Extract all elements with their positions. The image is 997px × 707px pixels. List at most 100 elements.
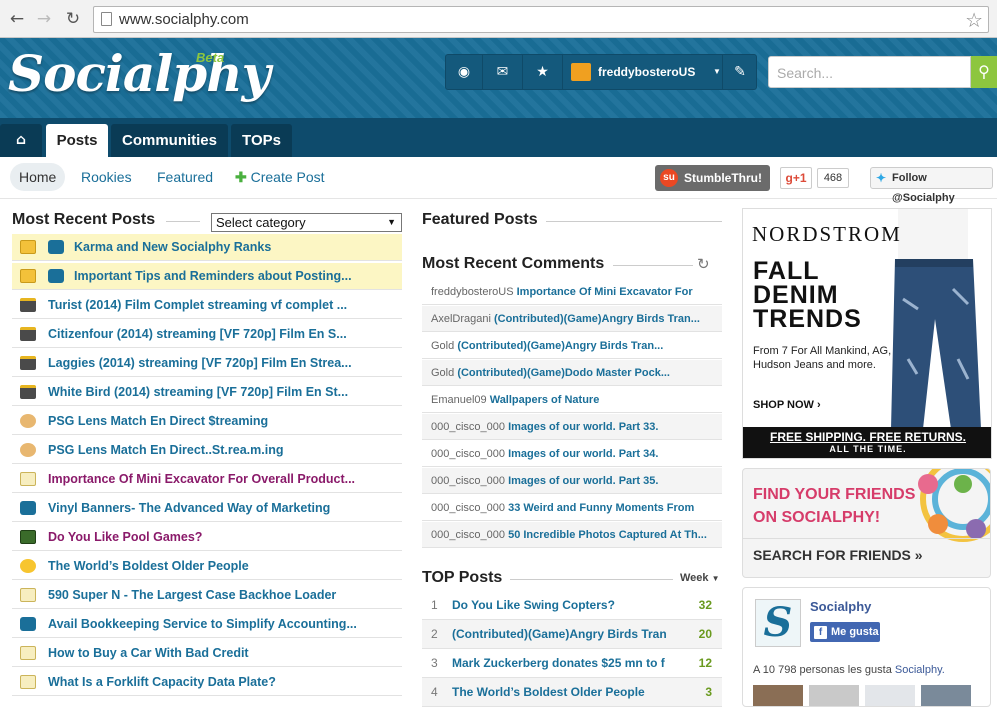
- url-text[interactable]: www.socialphy.com: [119, 11, 249, 28]
- comment-post-title[interactable]: (Contributed)(Game)Angry Birds Tran...: [457, 340, 663, 352]
- comment-post-title[interactable]: (Contributed)(Game)Angry Birds Tran...: [494, 313, 700, 325]
- user-menu[interactable]: freddybosteroUS ▼: [563, 55, 723, 89]
- post-title[interactable]: Important Tips and Reminders about Posti…: [74, 263, 352, 290]
- list-item[interactable]: White Bird (2014) streaming [VF 720p] Fi…: [12, 379, 402, 406]
- list-item[interactable]: How to Buy a Car With Bad Credit: [12, 640, 402, 667]
- top-post-row[interactable]: 3 Mark Zuckerberg donates $25 mn to f 12: [422, 649, 722, 678]
- subnav-featured[interactable]: Featured: [157, 169, 213, 185]
- search-input[interactable]: Search...: [768, 56, 971, 88]
- post-title[interactable]: What Is a Forklift Capacity Data Plate?: [48, 669, 276, 696]
- fan-avatar[interactable]: [865, 685, 915, 706]
- comment-post-title[interactable]: Images of our world. Part 34.: [508, 448, 658, 460]
- comment-post-title[interactable]: Images of our world. Part 33.: [508, 421, 658, 433]
- eye-icon[interactable]: ◉: [446, 55, 483, 89]
- fb-like-button[interactable]: f Me gusta: [810, 622, 880, 642]
- list-item[interactable]: Do You Like Pool Games?: [12, 524, 402, 551]
- list-item[interactable]: Important Tips and Reminders about Posti…: [12, 263, 402, 290]
- comment-user[interactable]: AxelDragani: [431, 313, 491, 325]
- comment-user[interactable]: 000_cisco_000: [431, 529, 505, 541]
- comment-row[interactable]: AxelDragani (Contributed)(Game)Angry Bir…: [422, 306, 722, 332]
- list-item[interactable]: Turist (2014) Film Complet streaming vf …: [12, 292, 402, 319]
- stumble-button[interactable]: su StumbleThru!: [655, 165, 770, 191]
- top-post-title[interactable]: Do You Like Swing Copters?: [452, 591, 615, 620]
- subnav-rookies[interactable]: Rookies: [81, 169, 132, 185]
- comment-post-title[interactable]: 50 Incredible Photos Captured At Th...: [508, 529, 707, 541]
- address-bar[interactable]: www.socialphy.com ☆: [93, 6, 989, 33]
- back-icon[interactable]: ←: [6, 8, 28, 30]
- post-title[interactable]: The World’s Boldest Older People: [48, 553, 249, 580]
- top-post-title[interactable]: Mark Zuckerberg donates $25 mn to f: [452, 649, 665, 678]
- comment-post-title[interactable]: 33 Weird and Funny Moments From: [508, 502, 694, 514]
- comment-row[interactable]: Gold (Contributed)(Game)Angry Birds Tran…: [422, 333, 722, 359]
- post-title[interactable]: White Bird (2014) streaming [VF 720p] Fi…: [48, 379, 348, 406]
- comment-user[interactable]: Emanuel09: [431, 394, 487, 406]
- twitter-follow-button[interactable]: ✦ Follow @Socialphy: [870, 167, 993, 204]
- site-logo[interactable]: Socialphy: [8, 44, 271, 103]
- comment-row[interactable]: Gold (Contributed)(Game)Dodo Master Pock…: [422, 360, 722, 386]
- list-item[interactable]: Laggies (2014) streaming [VF 720p] Film …: [12, 350, 402, 377]
- forward-icon[interactable]: →: [33, 8, 55, 30]
- top-post-row[interactable]: 2 (Contributed)(Game)Angry Birds Tran 20: [422, 620, 722, 649]
- tab-tops[interactable]: TOPs: [231, 124, 292, 157]
- list-item[interactable]: 590 Super N - The Largest Case Backhoe L…: [12, 582, 402, 609]
- list-item[interactable]: Avail Bookkeeping Service to Simplify Ac…: [12, 611, 402, 638]
- home-icon[interactable]: ⌂: [0, 124, 42, 157]
- post-title[interactable]: PSG Lens Match En Direct..St.rea.m.ing: [48, 437, 283, 464]
- list-item[interactable]: The World’s Boldest Older People: [12, 553, 402, 580]
- post-title[interactable]: Vinyl Banners- The Advanced Way of Marke…: [48, 495, 330, 522]
- post-title[interactable]: Karma and New Socialphy Ranks: [74, 234, 271, 261]
- comment-post-title[interactable]: (Contributed)(Game)Dodo Master Pock...: [457, 367, 670, 379]
- star-icon[interactable]: ★: [523, 55, 563, 89]
- comment-user[interactable]: freddybosteroUS: [431, 286, 514, 298]
- comment-row[interactable]: 000_cisco_000 33 Weird and Funny Moments…: [422, 495, 722, 521]
- comment-post-title[interactable]: Wallpapers of Nature: [490, 394, 600, 406]
- list-item[interactable]: Importance Of Mini Excavator For Overall…: [12, 466, 402, 493]
- reload-icon[interactable]: ↻: [62, 8, 84, 30]
- mail-icon[interactable]: ✉: [483, 55, 523, 89]
- list-item[interactable]: Citizenfour (2014) streaming [VF 720p] F…: [12, 321, 402, 348]
- nordstrom-ad[interactable]: NORDSTROM FALL DENIM TRENDS From 7 For A…: [742, 208, 992, 459]
- category-select[interactable]: Select category ▼: [211, 213, 402, 232]
- list-item[interactable]: Vinyl Banners- The Advanced Way of Marke…: [12, 495, 402, 522]
- post-title[interactable]: Importance Of Mini Excavator For Overall…: [48, 466, 355, 493]
- subnav-home[interactable]: Home: [10, 163, 66, 191]
- comment-row[interactable]: 000_cisco_000 Images of our world. Part …: [422, 441, 722, 467]
- create-post-link[interactable]: ✚ Create Post: [235, 169, 325, 186]
- top-post-title[interactable]: (Contributed)(Game)Angry Birds Tran: [452, 620, 667, 649]
- comment-user[interactable]: Gold: [431, 367, 454, 379]
- find-friends-banner[interactable]: FIND YOUR FRIENDS ON SOCIALPHY! SEARCH F…: [742, 468, 991, 578]
- refresh-icon[interactable]: ↻: [697, 255, 710, 273]
- post-title[interactable]: Turist (2014) Film Complet streaming vf …: [48, 292, 347, 319]
- comment-row[interactable]: 000_cisco_000 Images of our world. Part …: [422, 468, 722, 494]
- search-friends-link[interactable]: SEARCH FOR FRIENDS »: [753, 547, 923, 563]
- fb-stat-name[interactable]: Socialphy.: [895, 664, 945, 676]
- comment-row[interactable]: Emanuel09 Wallpapers of Nature: [422, 387, 722, 413]
- comment-user[interactable]: Gold: [431, 340, 454, 352]
- fan-avatar[interactable]: [809, 685, 859, 706]
- bookmark-star-icon[interactable]: ☆: [965, 8, 983, 32]
- top-post-row[interactable]: 4 The World’s Boldest Older People 3: [422, 678, 722, 707]
- comment-user[interactable]: 000_cisco_000: [431, 502, 505, 514]
- comment-user[interactable]: 000_cisco_000: [431, 421, 505, 433]
- list-item[interactable]: What Is a Forklift Capacity Data Plate?: [12, 669, 402, 696]
- post-title[interactable]: How to Buy a Car With Bad Credit: [48, 640, 249, 667]
- comment-row[interactable]: freddybosteroUS Importance Of Mini Excav…: [422, 279, 722, 305]
- top-post-row[interactable]: 1 Do You Like Swing Copters? 32: [422, 591, 722, 620]
- list-item[interactable]: Karma and New Socialphy Ranks: [12, 234, 402, 261]
- top-post-title[interactable]: The World’s Boldest Older People: [452, 678, 645, 707]
- edit-icon[interactable]: ✎: [723, 55, 757, 89]
- period-select[interactable]: Week ▼: [680, 572, 720, 584]
- comment-post-title[interactable]: Images of our world. Part 35.: [508, 475, 658, 487]
- tab-communities[interactable]: Communities: [111, 124, 228, 157]
- search-button[interactable]: ⚲: [971, 56, 997, 88]
- post-title[interactable]: Avail Bookkeeping Service to Simplify Ac…: [48, 611, 357, 638]
- comment-user[interactable]: 000_cisco_000: [431, 475, 505, 487]
- post-title[interactable]: Citizenfour (2014) streaming [VF 720p] F…: [48, 321, 347, 348]
- comment-row[interactable]: 000_cisco_000 50 Incredible Photos Captu…: [422, 522, 722, 548]
- fb-page-name[interactable]: Socialphy: [810, 599, 871, 614]
- gplus-button[interactable]: g+1: [780, 167, 812, 189]
- comment-user[interactable]: 000_cisco_000: [431, 448, 505, 460]
- fan-avatar[interactable]: [753, 685, 803, 706]
- post-title[interactable]: PSG Lens Match En Direct $treaming: [48, 408, 268, 435]
- post-title[interactable]: Laggies (2014) streaming [VF 720p] Film …: [48, 350, 352, 377]
